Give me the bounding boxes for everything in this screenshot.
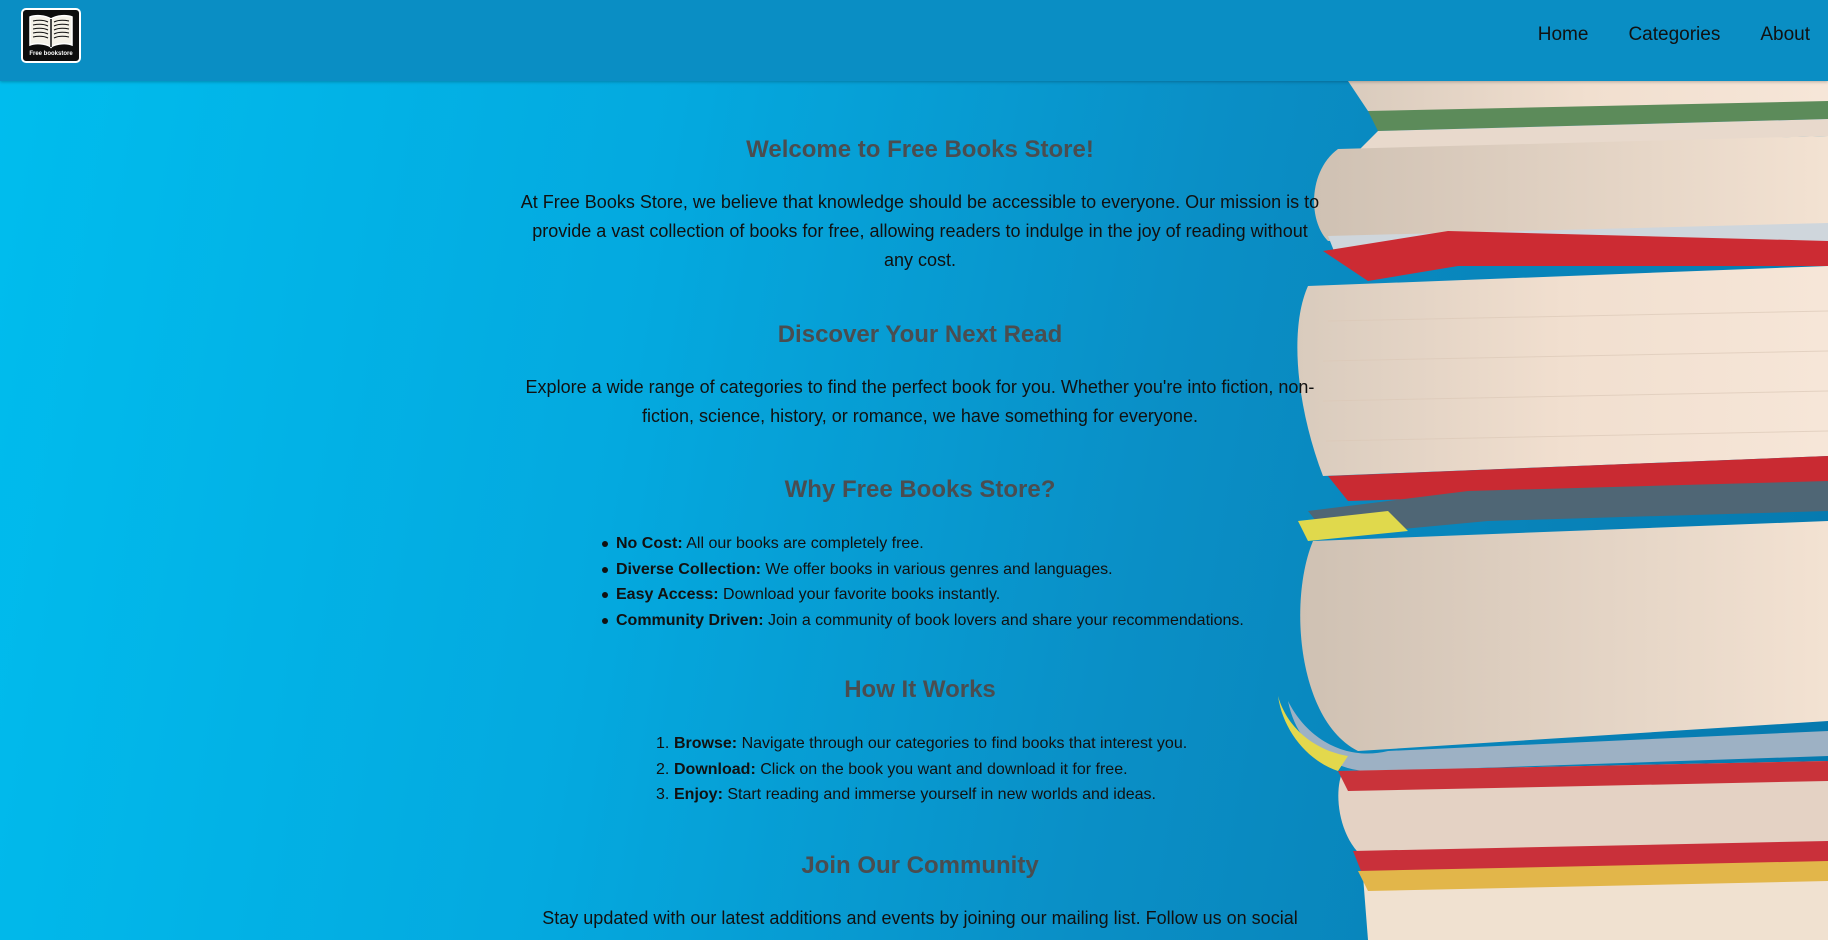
why-item-text: Download your favorite books instantly.: [718, 586, 1001, 603]
why-item-diverse-collection: Diverse Collection: We offer books in va…: [602, 557, 1244, 583]
logo[interactable]: Free bookstore: [21, 8, 81, 63]
why-item-community-driven: Community Driven: Join a community of bo…: [602, 608, 1244, 634]
how-heading: How It Works: [844, 676, 996, 703]
why-item-text: All our books are completely free.: [682, 535, 924, 552]
bullet-icon: [602, 592, 608, 598]
how-item-title: Enjoy:: [674, 786, 723, 803]
why-item-no-cost: No Cost: All our books are completely fr…: [602, 531, 1244, 557]
why-item-title: Easy Access:: [616, 586, 719, 603]
how-item-browse: 1. Browse: Navigate through our categorie…: [656, 731, 1188, 757]
why-item-title: Community Driven:: [616, 611, 764, 629]
how-item-enjoy: 3. Enjoy: Start reading and immerse yours…: [656, 782, 1187, 808]
join-heading: Join Our Community: [801, 852, 1039, 879]
logo-text: Free bookstore: [29, 51, 73, 57]
welcome-text: At Free Books Store, we believe that kno…: [520, 192, 1320, 270]
discover-text: Explore a wide range of categories to fi…: [525, 377, 1315, 426]
why-item-text: Join a community of book lovers and shar…: [763, 611, 1244, 629]
why-heading: Why Free Books Store?: [784, 476, 1056, 503]
how-item-number: 2.: [656, 760, 670, 778]
why-item-title: Diverse Collection:: [616, 560, 761, 578]
why-item-text: We offer books in various genres and lan…: [760, 560, 1113, 578]
open-book-icon: [29, 14, 73, 49]
bullet-icon: [602, 617, 608, 624]
bullet-icon: [602, 541, 608, 547]
page: Free bookstore Home Categories About Wel…: [0, 0, 1828, 940]
nav-about[interactable]: About: [1760, 24, 1810, 46]
how-item-number: 3.: [656, 786, 670, 803]
how-list: 1. Browse: Navigate through our categorie…: [656, 731, 1188, 808]
why-item-easy-access: Easy Access: Download your favorite book…: [602, 582, 1244, 608]
discover-heading: Discover Your Next Read: [777, 321, 1063, 348]
how-item-text: Start reading and immerse yourself in ne…: [722, 786, 1156, 803]
why-item-title: No Cost:: [616, 535, 683, 552]
navbar: Free bookstore Home Categories About: [0, 0, 1828, 81]
join-text: Stay updated with our latest additions a…: [542, 908, 1298, 928]
how-item-download: 2. Download: Click on the book you want a…: [656, 757, 1187, 783]
how-item-number: 1.: [656, 735, 670, 752]
how-item-title: Download:: [674, 760, 756, 778]
how-item-text: Click on the book you want and download …: [755, 760, 1128, 778]
nav-links: Home Categories About: [1498, 24, 1810, 46]
book-stack-image: [1278, 81, 1828, 940]
nav-categories[interactable]: Categories: [1628, 24, 1720, 46]
nav-home[interactable]: Home: [1538, 24, 1589, 46]
welcome-heading: Welcome to Free Books Store!: [746, 136, 1094, 163]
why-list: No Cost: All our books are completely fr…: [602, 531, 1244, 634]
how-item-text: Navigate through our categories to find …: [737, 735, 1188, 752]
bullet-icon: [602, 566, 608, 573]
how-item-title: Browse:: [674, 735, 738, 752]
